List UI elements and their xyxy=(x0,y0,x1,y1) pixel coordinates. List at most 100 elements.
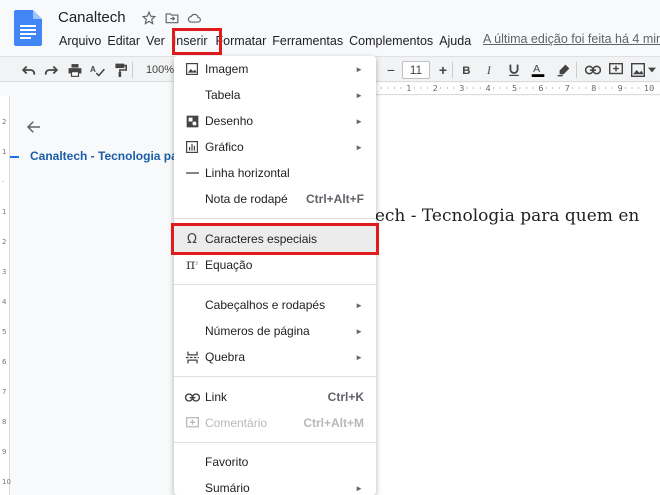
underline-icon[interactable] xyxy=(505,61,523,79)
menu-item-label: Equação xyxy=(205,258,253,272)
menu-item-equacao[interactable]: π² Equação xyxy=(174,252,376,278)
menu-ver[interactable]: Ver xyxy=(143,32,168,50)
insert-image-dropdown[interactable] xyxy=(629,61,657,79)
menu-item-label: Favorito xyxy=(205,455,249,469)
v-ruler-mark: 5 xyxy=(2,328,7,336)
menu-separator xyxy=(174,442,376,443)
menu-separator xyxy=(174,284,376,285)
horizontal-ruler[interactable]: · · · · 1 · · · 2 · · · 3 · · · 4 · · · 5 · · · 6 · · · 7 · · · 8 · · · 9 · · ·… xyxy=(376,83,660,95)
submenu-arrow-icon: ► xyxy=(355,90,363,100)
ruler-mark: · xyxy=(624,84,627,93)
menu-item-nota-de-rodape[interactable]: Nota de rodapé Ctrl+Alt+F xyxy=(174,186,376,212)
docs-logo-icon[interactable] xyxy=(14,10,42,46)
title-actions xyxy=(140,9,203,26)
menu-item-label: Quebra xyxy=(205,350,246,364)
document-heading-text[interactable]: tech - Tecnologia para quem en xyxy=(368,206,639,226)
toolbar-divider xyxy=(132,62,133,78)
ruler-mark: · xyxy=(426,84,429,93)
ruler-mark: · xyxy=(386,84,390,93)
submenu-arrow-icon: ► xyxy=(355,300,363,310)
menu-separator xyxy=(174,218,376,219)
comment-icon xyxy=(184,415,200,431)
menu-item-label: Linha horizontal xyxy=(205,166,290,180)
ruler-mark: · xyxy=(439,84,442,93)
menu-complementos[interactable]: Complementos xyxy=(346,32,436,50)
ruler-mark: · xyxy=(446,84,449,93)
ruler-mark: · xyxy=(479,84,482,93)
ruler-mark: 5 xyxy=(512,84,518,93)
add-comment-icon[interactable] xyxy=(607,61,625,79)
v-ruler-mark: 2 xyxy=(2,238,7,246)
v-ruler-mark: 8 xyxy=(2,418,7,426)
redo-icon[interactable] xyxy=(42,61,60,79)
menu-item-comentario[interactable]: Comentário Ctrl+Alt+M xyxy=(174,410,376,436)
ruler-mark: · xyxy=(545,84,548,93)
menu-item-tabela[interactable]: Tabela ► xyxy=(174,82,376,108)
ruler-mark: · xyxy=(578,84,581,93)
menu-item-grafico[interactable]: Gráfico ► xyxy=(174,134,376,160)
link-icon xyxy=(184,389,200,405)
toolbar-divider xyxy=(576,62,577,78)
ruler-mark: · xyxy=(518,84,522,93)
ruler-mark: · xyxy=(584,84,588,93)
menu-item-numeros-de-pagina[interactable]: Números de página ► xyxy=(174,318,376,344)
ruler-mark: · xyxy=(531,84,535,93)
menu-item-sumario[interactable]: Sumário ► xyxy=(174,475,376,495)
caracteres-especiais-highlight-box xyxy=(171,223,379,255)
text-color-icon[interactable]: A xyxy=(529,61,547,79)
ruler-mark: · xyxy=(472,84,475,93)
menu-arquivo[interactable]: Arquivo xyxy=(56,32,104,50)
menu-ferramentas[interactable]: Ferramentas xyxy=(269,32,346,50)
menu-item-linha-horizontal[interactable]: Linha horizontal xyxy=(174,160,376,186)
ruler-mark: 1 xyxy=(406,84,412,93)
menu-ajuda[interactable]: Ajuda xyxy=(436,32,474,50)
last-edit-link[interactable]: A última edição foi feita há 4 min xyxy=(483,32,660,46)
v-ruler-mark: 1 xyxy=(2,208,7,216)
star-icon[interactable] xyxy=(140,9,157,26)
ruler-mark: · xyxy=(419,84,423,93)
spellcheck-icon[interactable]: A xyxy=(88,61,106,79)
v-ruler-mark: 3 xyxy=(2,268,7,276)
document-title[interactable]: Canaltech xyxy=(58,9,126,26)
bold-icon[interactable]: B xyxy=(458,61,476,79)
menu-item-desenho[interactable]: Desenho ► xyxy=(174,108,376,134)
menu-item-label: Comentário xyxy=(205,416,268,430)
document-page[interactable] xyxy=(376,96,660,495)
svg-text:A: A xyxy=(533,63,540,75)
paint-format-icon[interactable] xyxy=(111,61,129,79)
toolbar-divider xyxy=(452,62,453,78)
ruler-mark: · xyxy=(452,84,456,93)
font-size-input[interactable]: 11 xyxy=(402,61,430,79)
font-size-increase-button[interactable]: + xyxy=(434,61,452,79)
ruler-mark: 9 xyxy=(617,84,623,93)
undo-icon[interactable] xyxy=(20,61,38,79)
outline-marker xyxy=(10,156,19,158)
menu-item-link[interactable]: Link Ctrl+K xyxy=(174,384,376,410)
menu-editar[interactable]: Editar xyxy=(104,32,143,50)
italic-icon[interactable]: I xyxy=(481,61,499,79)
submenu-arrow-icon: ► xyxy=(355,142,363,152)
menu-item-quebra[interactable]: Quebra ► xyxy=(174,344,376,370)
v-ruler-mark: 4 xyxy=(2,298,7,306)
menu-item-imagem[interactable]: Imagem ► xyxy=(174,56,376,82)
menu-item-label: Tabela xyxy=(205,88,241,102)
back-arrow-icon[interactable] xyxy=(25,118,43,141)
cloud-saved-icon[interactable] xyxy=(186,9,203,26)
v-ruler-mark: 2 xyxy=(2,118,7,126)
highlight-color-icon[interactable] xyxy=(554,61,572,79)
insert-link-icon[interactable] xyxy=(583,61,603,79)
v-ruler-mark: 1 xyxy=(2,148,7,156)
menu-item-favorito[interactable]: Favorito xyxy=(174,449,376,475)
move-folder-icon[interactable] xyxy=(163,9,180,26)
print-icon[interactable] xyxy=(66,61,84,79)
menu-item-cabecalhos-e-rodapes[interactable]: Cabeçalhos e rodapés ► xyxy=(174,292,376,318)
ruler-mark: · xyxy=(650,84,654,93)
shortcut-text: Ctrl+Alt+M xyxy=(303,416,364,430)
menu-item-label: Link xyxy=(205,390,228,404)
ruler-mark: · xyxy=(637,84,640,93)
pi-icon: π² xyxy=(185,257,198,273)
zoom-select[interactable]: 100% xyxy=(146,61,174,79)
ruler-mark: 3 xyxy=(459,84,465,93)
vertical-ruler[interactable]: 2 1 · 1 2 3 4 5 6 7 8 9 10 xyxy=(0,96,11,495)
font-size-decrease-button[interactable]: − xyxy=(382,61,400,79)
